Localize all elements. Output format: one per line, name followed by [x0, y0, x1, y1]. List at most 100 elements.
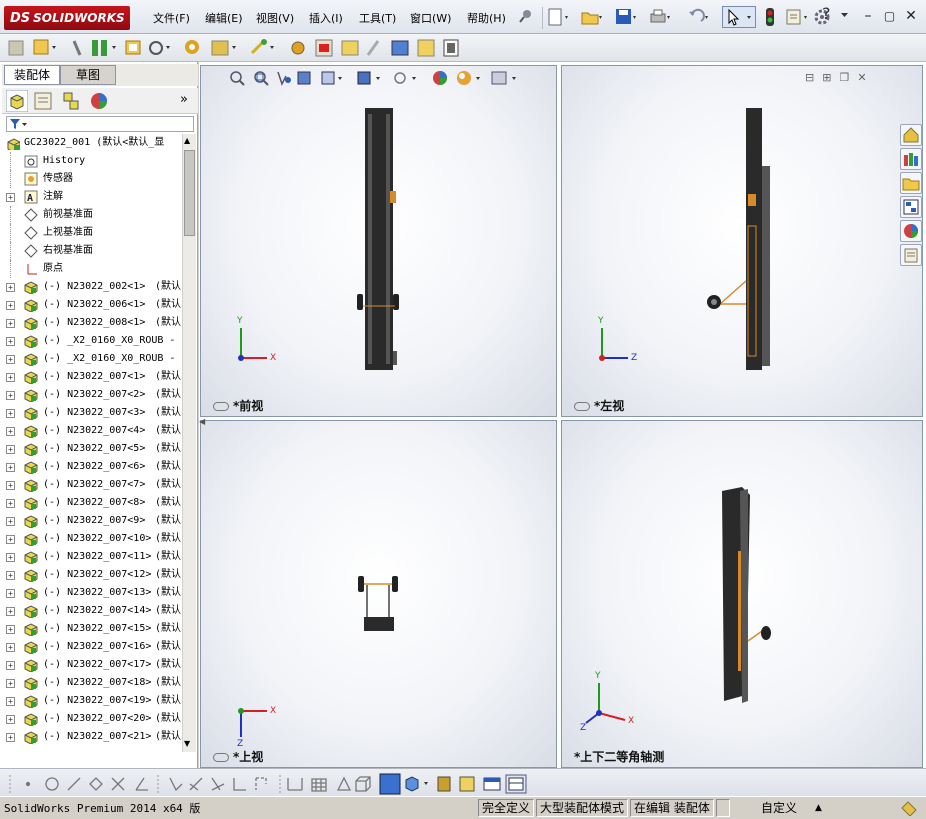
expand-toggle-icon[interactable]: +	[6, 337, 15, 346]
tree-item[interactable]: 原点	[0, 260, 182, 278]
expand-toggle-icon[interactable]: +	[6, 319, 15, 328]
expand-toggle-icon[interactable]: +	[6, 193, 15, 202]
viewport-tile-icon[interactable]: ⊟	[805, 71, 822, 84]
expand-toggle-icon[interactable]: +	[6, 517, 15, 526]
link-views-icon[interactable]	[213, 402, 229, 411]
tree-item[interactable]: + (-) N23022_007<5> (默认	[0, 440, 182, 458]
viewport-top[interactable]: X Z *上视	[200, 420, 557, 768]
expand-toggle-icon[interactable]: +	[6, 499, 15, 508]
viewport-restore-icon[interactable]: ❐	[839, 71, 857, 84]
menu-help[interactable]: 帮助(H)	[467, 10, 506, 26]
new-document-icon[interactable]	[546, 7, 568, 30]
tree-item[interactable]: + (-) N23022_007<8> (默认	[0, 494, 182, 512]
link-views-icon[interactable]	[213, 753, 229, 762]
tree-item[interactable]: + (-) N23022_007<12> (默认	[0, 566, 182, 584]
pin-icon[interactable]	[518, 8, 534, 27]
graphics-area[interactable]: Y X *前视 Y Z *左视 X Z *上视 Y X Z *上下二等角轴测 ⊟…	[199, 62, 926, 768]
expand-toggle-icon[interactable]: +	[6, 373, 15, 382]
help-icon[interactable]: ?	[822, 4, 831, 23]
tree-item[interactable]: + (-) N23022_007<10> (默认	[0, 530, 182, 548]
tree-item[interactable]: + (-) N23022_006<1> (默认	[0, 296, 182, 314]
expand-toggle-icon[interactable]: +	[6, 643, 15, 652]
expand-toggle-icon[interactable]: +	[6, 589, 15, 598]
menu-view[interactable]: 视图(V)	[256, 10, 294, 26]
tree-item[interactable]: + (-) N23022_007<9> (默认	[0, 512, 182, 530]
tab-sketch[interactable]: 草图	[60, 65, 116, 85]
viewport-left[interactable]: Y Z *左视	[561, 65, 923, 417]
appearances-scenes-icon[interactable]	[900, 220, 922, 242]
expand-toggle-icon[interactable]: +	[6, 409, 15, 418]
minimize-window-icon[interactable]: –	[859, 8, 877, 24]
custom-properties-icon[interactable]	[900, 244, 922, 266]
tree-item[interactable]: + (-) N23022_007<21> (默认	[0, 728, 182, 746]
view-palette-icon[interactable]	[900, 196, 922, 218]
viewport-isometric[interactable]: Y X Z *上下二等角轴测	[561, 420, 923, 768]
solidworks-logo[interactable]: DS SOLIDWORKS	[4, 6, 130, 30]
property-manager-tab-icon[interactable]	[32, 90, 54, 112]
print-icon[interactable]	[648, 7, 670, 30]
expand-toggle-icon[interactable]: +	[6, 607, 15, 616]
expand-toggle-icon[interactable]: +	[6, 715, 15, 724]
expand-toggle-icon[interactable]: +	[6, 463, 15, 472]
tree-item[interactable]: + (-) N23022_007<17> (默认	[0, 656, 182, 674]
tree-item[interactable]: 前视基准面	[0, 206, 182, 224]
scroll-thumb[interactable]	[184, 150, 195, 236]
filter-field[interactable]	[6, 116, 194, 132]
sketch-tools-strip[interactable]	[8, 773, 538, 795]
tree-item[interactable]: + (-) N23022_007<15> (默认	[0, 620, 182, 638]
expand-toggle-icon[interactable]: +	[6, 661, 15, 670]
expand-toggle-icon[interactable]: +	[6, 445, 15, 454]
tree-root-assembly[interactable]: GC23022_001 (默认<默认_显	[0, 134, 182, 152]
help-dropdown-icon[interactable]	[840, 10, 850, 23]
file-properties-icon[interactable]	[784, 7, 810, 30]
tree-scrollbar[interactable]: ▲ ▼	[182, 134, 196, 752]
unit-system-selector[interactable]: 自定义 ▲	[732, 799, 892, 817]
expand-toggle-icon[interactable]: +	[6, 679, 15, 688]
tree-item[interactable]: + (-) N23022_007<18> (默认	[0, 674, 182, 692]
tab-assembly[interactable]: 装配体	[4, 65, 60, 85]
tree-item[interactable]: + (-) N23022_007<6> (默认	[0, 458, 182, 476]
expand-toggle-icon[interactable]: +	[6, 301, 15, 310]
tree-item[interactable]: + (-) N23022_007<19> (默认	[0, 692, 182, 710]
expand-toggle-icon[interactable]: +	[6, 481, 15, 490]
viewport-front[interactable]: Y X *前视	[200, 65, 557, 417]
expand-toggle-icon[interactable]: +	[6, 571, 15, 580]
expand-toggle-icon[interactable]: +	[6, 553, 15, 562]
close-window-icon[interactable]: ✕	[902, 8, 920, 24]
file-explorer-icon[interactable]	[900, 172, 922, 194]
feature-manager-tab-icon[interactable]	[6, 90, 28, 112]
rebuild-status-icon[interactable]	[900, 800, 918, 816]
expand-toggle-icon[interactable]: +	[6, 391, 15, 400]
expand-panel-icon[interactable]: »	[180, 92, 188, 107]
viewport-split-icon[interactable]: ⊞	[822, 71, 839, 84]
undo-icon[interactable]	[686, 7, 708, 30]
tree-item[interactable]: 上视基准面	[0, 224, 182, 242]
link-views-icon[interactable]	[574, 402, 590, 411]
scroll-up-arrow[interactable]: ▲	[184, 136, 190, 145]
assembly-commands-strip[interactable]	[6, 37, 476, 59]
tree-item[interactable]: + (-) N23022_007<13> (默认	[0, 584, 182, 602]
restore-window-icon[interactable]: ▢	[881, 9, 899, 23]
tree-item[interactable]: + (-) N23022_007<1> (默认	[0, 368, 182, 386]
tree-item[interactable]: + (-) _X2_0160_X0_ROUB -	[0, 350, 182, 368]
expand-toggle-icon[interactable]: +	[6, 427, 15, 436]
tree-item[interactable]: + (-) _X2_0160_X0_ROUB -	[0, 332, 182, 350]
tree-item[interactable]: + A 注解	[0, 188, 182, 206]
menu-insert[interactable]: 插入(I)	[309, 10, 343, 26]
splitter-arrow-icon[interactable]: ◀	[199, 417, 205, 426]
select-cursor-button[interactable]	[722, 6, 756, 28]
menu-edit[interactable]: 编辑(E)	[205, 10, 243, 26]
expand-toggle-icon[interactable]: +	[6, 625, 15, 634]
menu-file[interactable]: 文件(F)	[153, 10, 190, 26]
display-manager-tab-icon[interactable]	[88, 90, 110, 112]
menu-tools[interactable]: 工具(T)	[359, 10, 396, 26]
expand-toggle-icon[interactable]: +	[6, 733, 15, 742]
tree-item[interactable]: + (-) N23022_002<1> (默认	[0, 278, 182, 296]
rebuild-icon[interactable]	[762, 7, 778, 30]
design-library-icon[interactable]	[900, 148, 922, 170]
tree-item[interactable]: 传感器	[0, 170, 182, 188]
expand-toggle-icon[interactable]: +	[6, 535, 15, 544]
tree-item[interactable]: + (-) N23022_007<7> (默认	[0, 476, 182, 494]
tree-item[interactable]: 右视基准面	[0, 242, 182, 260]
tree-item[interactable]: + (-) N23022_007<20> (默认	[0, 710, 182, 728]
